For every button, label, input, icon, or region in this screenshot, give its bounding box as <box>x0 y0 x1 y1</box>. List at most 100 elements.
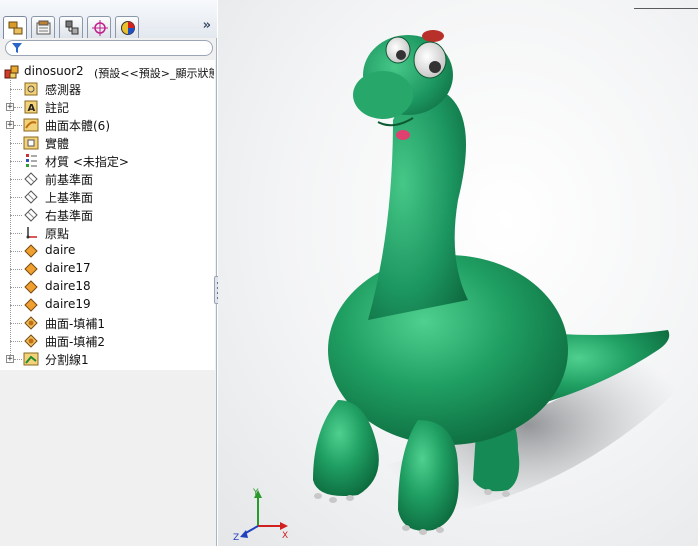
expand-toggle[interactable]: + <box>6 121 14 130</box>
tree-item[interactable]: 實體 <box>0 134 215 152</box>
sketch-icon <box>24 298 38 312</box>
tree-item-label: 曲面本體(6) <box>45 119 110 133</box>
crosshair-icon <box>92 20 108 36</box>
tree-item[interactable]: 材質 <未指定> <box>0 152 215 170</box>
tree-item-label: 前基準面 <box>45 173 94 187</box>
panel-tab-bar: » <box>0 0 217 39</box>
tree-item-label: 實體 <box>45 137 70 151</box>
tree-branch-line <box>10 89 22 90</box>
filter-icon <box>12 43 22 53</box>
tree-branch-line <box>14 107 22 108</box>
dino-neck <box>368 90 468 320</box>
triad-y-label: Y <box>252 488 259 498</box>
tree-item[interactable]: daire17 <box>0 260 215 278</box>
tree-item-label: 右基準面 <box>45 209 94 223</box>
tree-branch-line <box>10 161 22 162</box>
tree-item-label: 上基準面 <box>45 191 94 205</box>
tree-item[interactable]: + 曲面本體(6) <box>0 116 215 134</box>
split-line-icon <box>23 352 39 366</box>
material-icon <box>26 154 37 167</box>
tree-item[interactable]: 曲面-填補2 <box>0 332 215 350</box>
tree-branch-line <box>10 215 22 216</box>
fill-surface-icon <box>24 334 38 348</box>
tree-item-label: daire <box>45 243 76 257</box>
tree-branch-line <box>10 323 22 324</box>
tree-item[interactable]: 原點 <box>0 224 215 242</box>
fill-surface-icon <box>24 316 38 330</box>
display-manager-tab[interactable] <box>115 16 139 38</box>
triad-x-label: X <box>282 531 288 541</box>
tree-item[interactable]: 上基準面 <box>0 188 215 206</box>
tree-item-label: daire17 <box>45 261 91 275</box>
plane-icon <box>24 190 38 204</box>
tree-item[interactable]: daire19 <box>0 296 215 314</box>
part-name: dinosuor2 <box>24 64 84 78</box>
tree-branch-line <box>10 143 22 144</box>
tree-branch-line <box>10 287 22 288</box>
solid-bodies-icon <box>23 136 39 150</box>
dimxpert-tab[interactable] <box>87 16 111 38</box>
tree-item-label: 材質 <未指定> <box>45 155 129 169</box>
tree-item[interactable]: + 分割線1 <box>0 350 215 368</box>
tree-item[interactable]: daire <box>0 242 215 260</box>
tree-item[interactable]: daire18 <box>0 278 215 296</box>
dino-pupil-right <box>429 61 441 73</box>
tree-filter-input[interactable] <box>5 40 213 56</box>
featuremanager-tab[interactable] <box>3 16 27 39</box>
dino-eye-right <box>413 41 447 79</box>
tree-item[interactable]: 前基準面 <box>0 170 215 188</box>
tree-item-label: 曲面-填補2 <box>45 335 105 349</box>
part-configuration: (預設<<預設>_顯示狀態 <box>94 67 214 80</box>
tree-item-label: 曲面-填補1 <box>45 317 105 331</box>
appearance-icon <box>121 21 135 35</box>
part-icon <box>4 65 19 79</box>
propertymanager-tab[interactable] <box>31 16 55 38</box>
sketch-icon <box>24 280 38 294</box>
dinosaur-model[interactable] <box>218 0 698 546</box>
tree-item-label: 原點 <box>45 227 70 241</box>
sketch-icon <box>24 244 38 258</box>
tree-item[interactable]: + A 註記 <box>0 98 215 116</box>
feature-manager-panel: » dinosuor2 (預設<<預設>_顯示狀態 感測器 + A 註記 + 曲面本體(6… <box>0 0 222 546</box>
tree-item[interactable]: 曲面-填補1 <box>0 314 215 332</box>
tree-branch-line <box>14 359 22 360</box>
graphics-area[interactable] <box>218 0 698 546</box>
expand-toggle[interactable]: + <box>6 103 14 112</box>
tree-branch-line <box>10 179 22 180</box>
dino-snout <box>353 71 413 119</box>
configuration-icon <box>65 20 79 35</box>
tree-item-label: daire19 <box>45 297 91 311</box>
feature-tree-icon <box>8 21 23 35</box>
tree-item[interactable]: 感測器 <box>0 80 215 98</box>
dino-eye-left <box>385 36 411 64</box>
dino-head-bump <box>422 30 444 42</box>
surface-bodies-icon <box>23 118 39 132</box>
dino-tongue <box>396 130 410 140</box>
tree-branch-line <box>10 197 22 198</box>
tree-branch-line <box>10 269 22 270</box>
sketch-icon <box>24 262 38 276</box>
triad-z-label: Z <box>233 533 239 542</box>
property-manager-icon <box>36 20 51 35</box>
tree-branch-line <box>10 305 22 306</box>
tree-item-label: 感測器 <box>45 83 82 97</box>
plane-icon <box>24 172 38 186</box>
plane-icon <box>24 208 38 222</box>
origin-icon <box>26 227 37 239</box>
tree-item-label: daire18 <box>45 279 91 293</box>
feature-tree: dinosuor2 (預設<<預設>_顯示狀態 感測器 + A 註記 + 曲面本體(6) 實… <box>0 60 215 370</box>
tree-item[interactable]: 右基準面 <box>0 206 215 224</box>
dino-pupil-left <box>396 50 406 60</box>
tree-branch-line <box>14 125 22 126</box>
more-tabs-chevron[interactable]: » <box>203 18 211 33</box>
tree-branch-line <box>10 341 22 342</box>
tree-item-label: 註記 <box>45 101 70 115</box>
sensor-icon <box>24 82 38 96</box>
annotation-icon: A <box>24 100 38 114</box>
expand-toggle[interactable]: + <box>6 355 14 364</box>
tree-root-part[interactable]: dinosuor2 (預設<<預設>_顯示狀態 <box>4 63 214 81</box>
tree-branch-line <box>10 233 22 234</box>
svg-text:A: A <box>28 103 36 114</box>
tree-item-label: 分割線1 <box>45 353 89 367</box>
configurationmanager-tab[interactable] <box>59 16 83 38</box>
